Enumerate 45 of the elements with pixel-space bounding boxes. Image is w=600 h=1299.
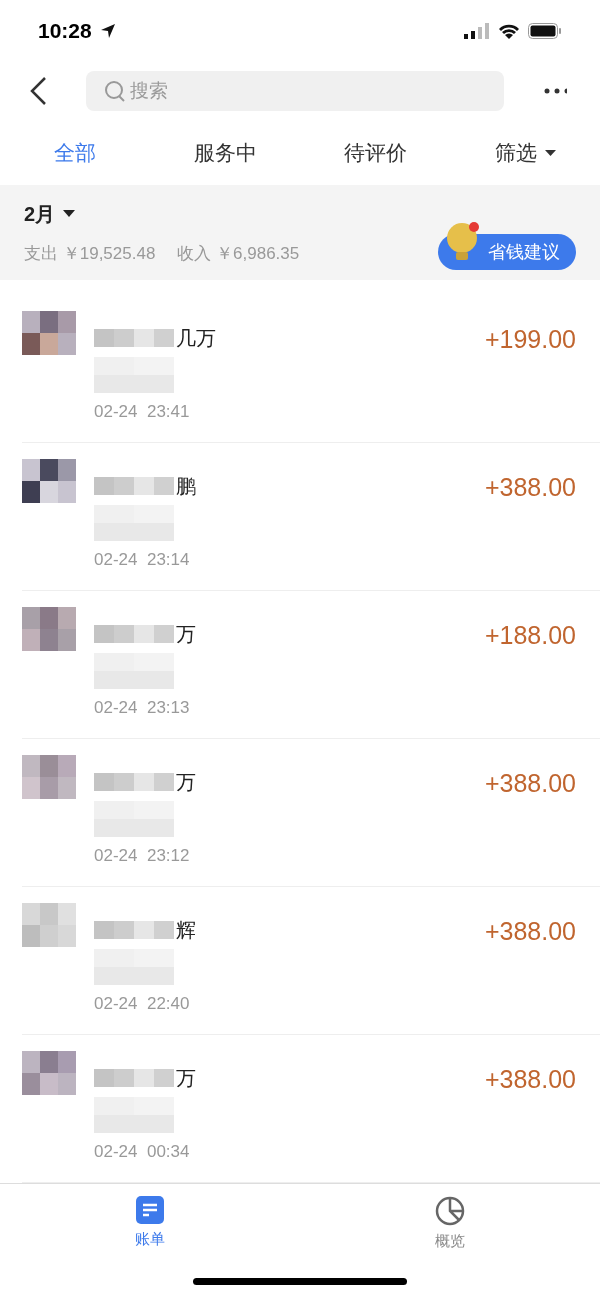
transaction-row[interactable]: 几万 02-24 23:41 +199.00 xyxy=(22,295,600,444)
name-text: 辉 xyxy=(176,918,196,944)
signal-icon xyxy=(464,22,490,39)
expense-text: 支出 ￥19,525.48 xyxy=(24,242,156,265)
battery-icon xyxy=(528,22,562,39)
name-text: 万 xyxy=(176,622,196,648)
time-text: 02-24 23:14 xyxy=(94,549,191,572)
pie-chart-icon xyxy=(435,1196,465,1227)
time-text: 02-24 22:40 xyxy=(94,993,191,1016)
tab[interactable]: 服务中 xyxy=(193,137,257,169)
name-text: 几万 xyxy=(176,326,216,352)
time-text: 02-24 23:12 xyxy=(94,845,191,868)
amount-text: +388.00 xyxy=(484,472,576,504)
search-field[interactable]: 搜索 xyxy=(85,71,504,111)
transaction-row[interactable]: 辉 02-24 22:40 +388.00 xyxy=(22,887,600,1036)
time-text: 02-24 23:13 xyxy=(94,697,191,720)
transaction-row[interactable]: 万 02-24 23:12 +388.00 xyxy=(22,739,600,888)
nav-tab[interactable]: 概览 xyxy=(300,1196,600,1253)
month-selector[interactable]: 2月 xyxy=(24,198,300,229)
amount-text: +199.00 xyxy=(484,324,576,356)
name-text: 万 xyxy=(176,1066,196,1092)
nav-tab[interactable]: 账单 xyxy=(0,1196,300,1251)
list-icon xyxy=(136,1196,164,1225)
tab[interactable]: 全部 xyxy=(54,137,96,169)
more-icon[interactable] xyxy=(543,88,567,94)
amount-text: +388.00 xyxy=(484,1064,576,1096)
income-text: 收入 ￥6,986.35 xyxy=(177,242,300,265)
location-arrow-icon xyxy=(99,22,116,39)
back-icon[interactable] xyxy=(28,76,46,106)
amount-text: +388.00 xyxy=(484,768,576,800)
transaction-row[interactable]: 万 02-24 00:34 +388.00 xyxy=(22,1035,600,1184)
name-text: 鹏 xyxy=(176,474,196,500)
tab[interactable]: 筛选 xyxy=(494,137,556,169)
caret-icon xyxy=(63,210,76,218)
time-text: 02-24 23:41 xyxy=(94,401,191,424)
transaction-row[interactable]: 万 02-24 23:13 +188.00 xyxy=(22,591,600,740)
transaction-row[interactable]: 鹏 02-24 23:14 +388.00 xyxy=(22,443,600,592)
tab[interactable]: 待评价 xyxy=(343,137,407,169)
amount-text: +388.00 xyxy=(484,916,576,948)
time-text: 02-24 00:34 xyxy=(94,1141,191,1164)
name-text: 万 xyxy=(176,770,196,796)
search-icon xyxy=(103,80,126,102)
wifi-icon xyxy=(498,22,520,39)
status-time: 10:28 xyxy=(38,14,116,47)
amount-text: +188.00 xyxy=(484,620,576,652)
